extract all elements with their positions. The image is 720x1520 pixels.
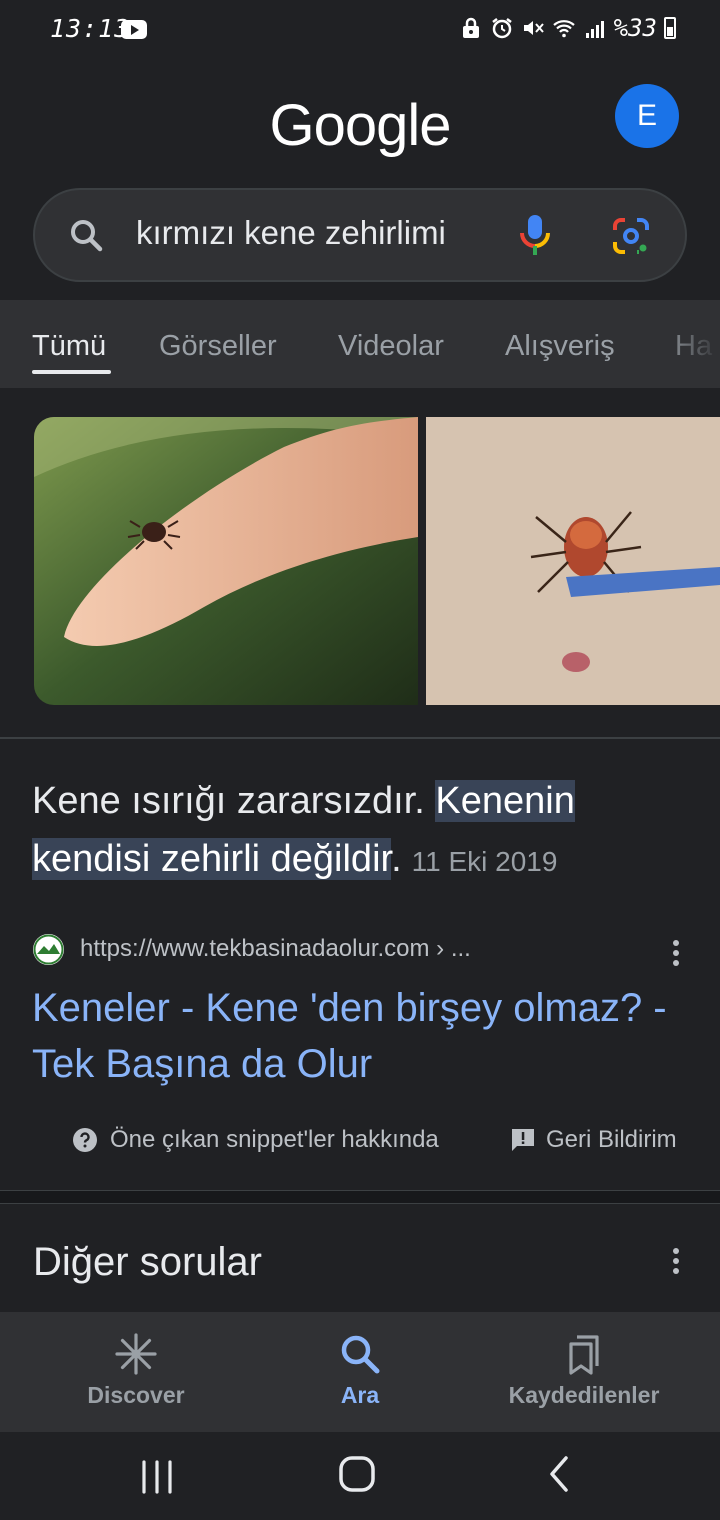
bookmarks-icon <box>569 1335 599 1375</box>
tab-all[interactable]: Tümü <box>32 330 106 363</box>
tab-videos[interactable]: Videolar <box>338 330 444 363</box>
voice-search-icon[interactable] <box>517 213 553 257</box>
search-icon[interactable] <box>68 217 104 253</box>
featured-snippet-text: Kene ısırığı zararsızdır. Kenenin kendisi… <box>32 772 672 891</box>
divider <box>0 737 720 739</box>
lock-icon <box>462 17 479 38</box>
snippet-end: . <box>391 838 402 880</box>
nav-discover-label: Discover <box>87 1382 185 1408</box>
snippet-highlight: kendisi zehirli değildir <box>32 838 392 880</box>
other-questions-more-icon[interactable] <box>672 1248 680 1278</box>
feedback-icon <box>512 1129 534 1151</box>
nav-search-label: Ara <box>340 1382 380 1408</box>
result-image-tick-on-finger[interactable] <box>34 417 418 705</box>
nav-discover[interactable]: Discover <box>16 1312 256 1432</box>
bottom-navigation: Discover Ara Kaydedilenler <box>0 1312 720 1432</box>
tab-shopping[interactable]: Alışveriş <box>505 330 615 363</box>
back-icon[interactable] <box>540 1454 580 1494</box>
about-snippets-label: Öne çıkan snippet'ler hakkında <box>110 1126 439 1153</box>
site-favicon <box>33 934 64 965</box>
asterisk-icon <box>115 1333 157 1375</box>
help-icon <box>73 1128 97 1152</box>
signal-icon <box>585 21 604 38</box>
active-tab-indicator <box>32 370 111 374</box>
account-avatar[interactable]: E <box>615 84 679 148</box>
status-time: 13:13 <box>50 14 131 43</box>
snippet-plain-text: Kene ısırığı zararsızdır. <box>32 780 436 822</box>
result-url[interactable]: https://www.tekbasinadaolur.com › ... <box>80 935 471 963</box>
battery-percent: %33 <box>613 14 657 42</box>
tabs-fade <box>660 300 720 388</box>
search-tabs: Tümü Görseller Videolar Alışveriş Ha <box>0 300 720 388</box>
other-questions-title: Diğer sorular <box>33 1240 262 1284</box>
search-icon <box>341 1335 380 1374</box>
result-more-icon[interactable] <box>672 940 680 970</box>
result-image-tick-on-skin[interactable] <box>426 417 720 705</box>
feedback-button[interactable]: Geri Bildirim <box>510 1126 677 1154</box>
feedback-label: Geri Bildirim <box>546 1126 677 1153</box>
snippet-date: 11 Eki 2019 <box>411 846 558 877</box>
status-bar: 13:13 %33 <box>0 0 720 62</box>
google-lens-icon[interactable] <box>611 216 651 256</box>
result-title-link[interactable]: Keneler - Kene 'den birşey olmaz? - Tek … <box>32 980 682 1092</box>
search-input[interactable]: kırmızı kene zehirlimi <box>136 214 446 252</box>
recent-apps-icon[interactable] <box>138 1456 178 1496</box>
mute-icon <box>523 21 544 35</box>
home-icon[interactable] <box>337 1454 377 1494</box>
google-logo[interactable]: Google <box>0 92 720 159</box>
youtube-notification-icon <box>121 20 147 39</box>
wifi-icon <box>552 20 575 38</box>
snippet-highlight: Kenenin <box>435 780 575 822</box>
about-snippets-link[interactable]: Öne çıkan snippet'ler hakkında <box>72 1126 439 1154</box>
tab-images[interactable]: Görseller <box>159 330 277 363</box>
nav-saved[interactable]: Kaydedilenler <box>464 1312 704 1432</box>
battery-icon <box>664 17 676 39</box>
nav-saved-label: Kaydedilenler <box>508 1382 660 1408</box>
nav-search[interactable]: Ara <box>240 1312 480 1432</box>
status-icons: %33 <box>459 14 676 42</box>
system-navigation-bar <box>0 1432 720 1520</box>
section-separator <box>0 1190 720 1204</box>
alarm-icon <box>491 18 512 39</box>
